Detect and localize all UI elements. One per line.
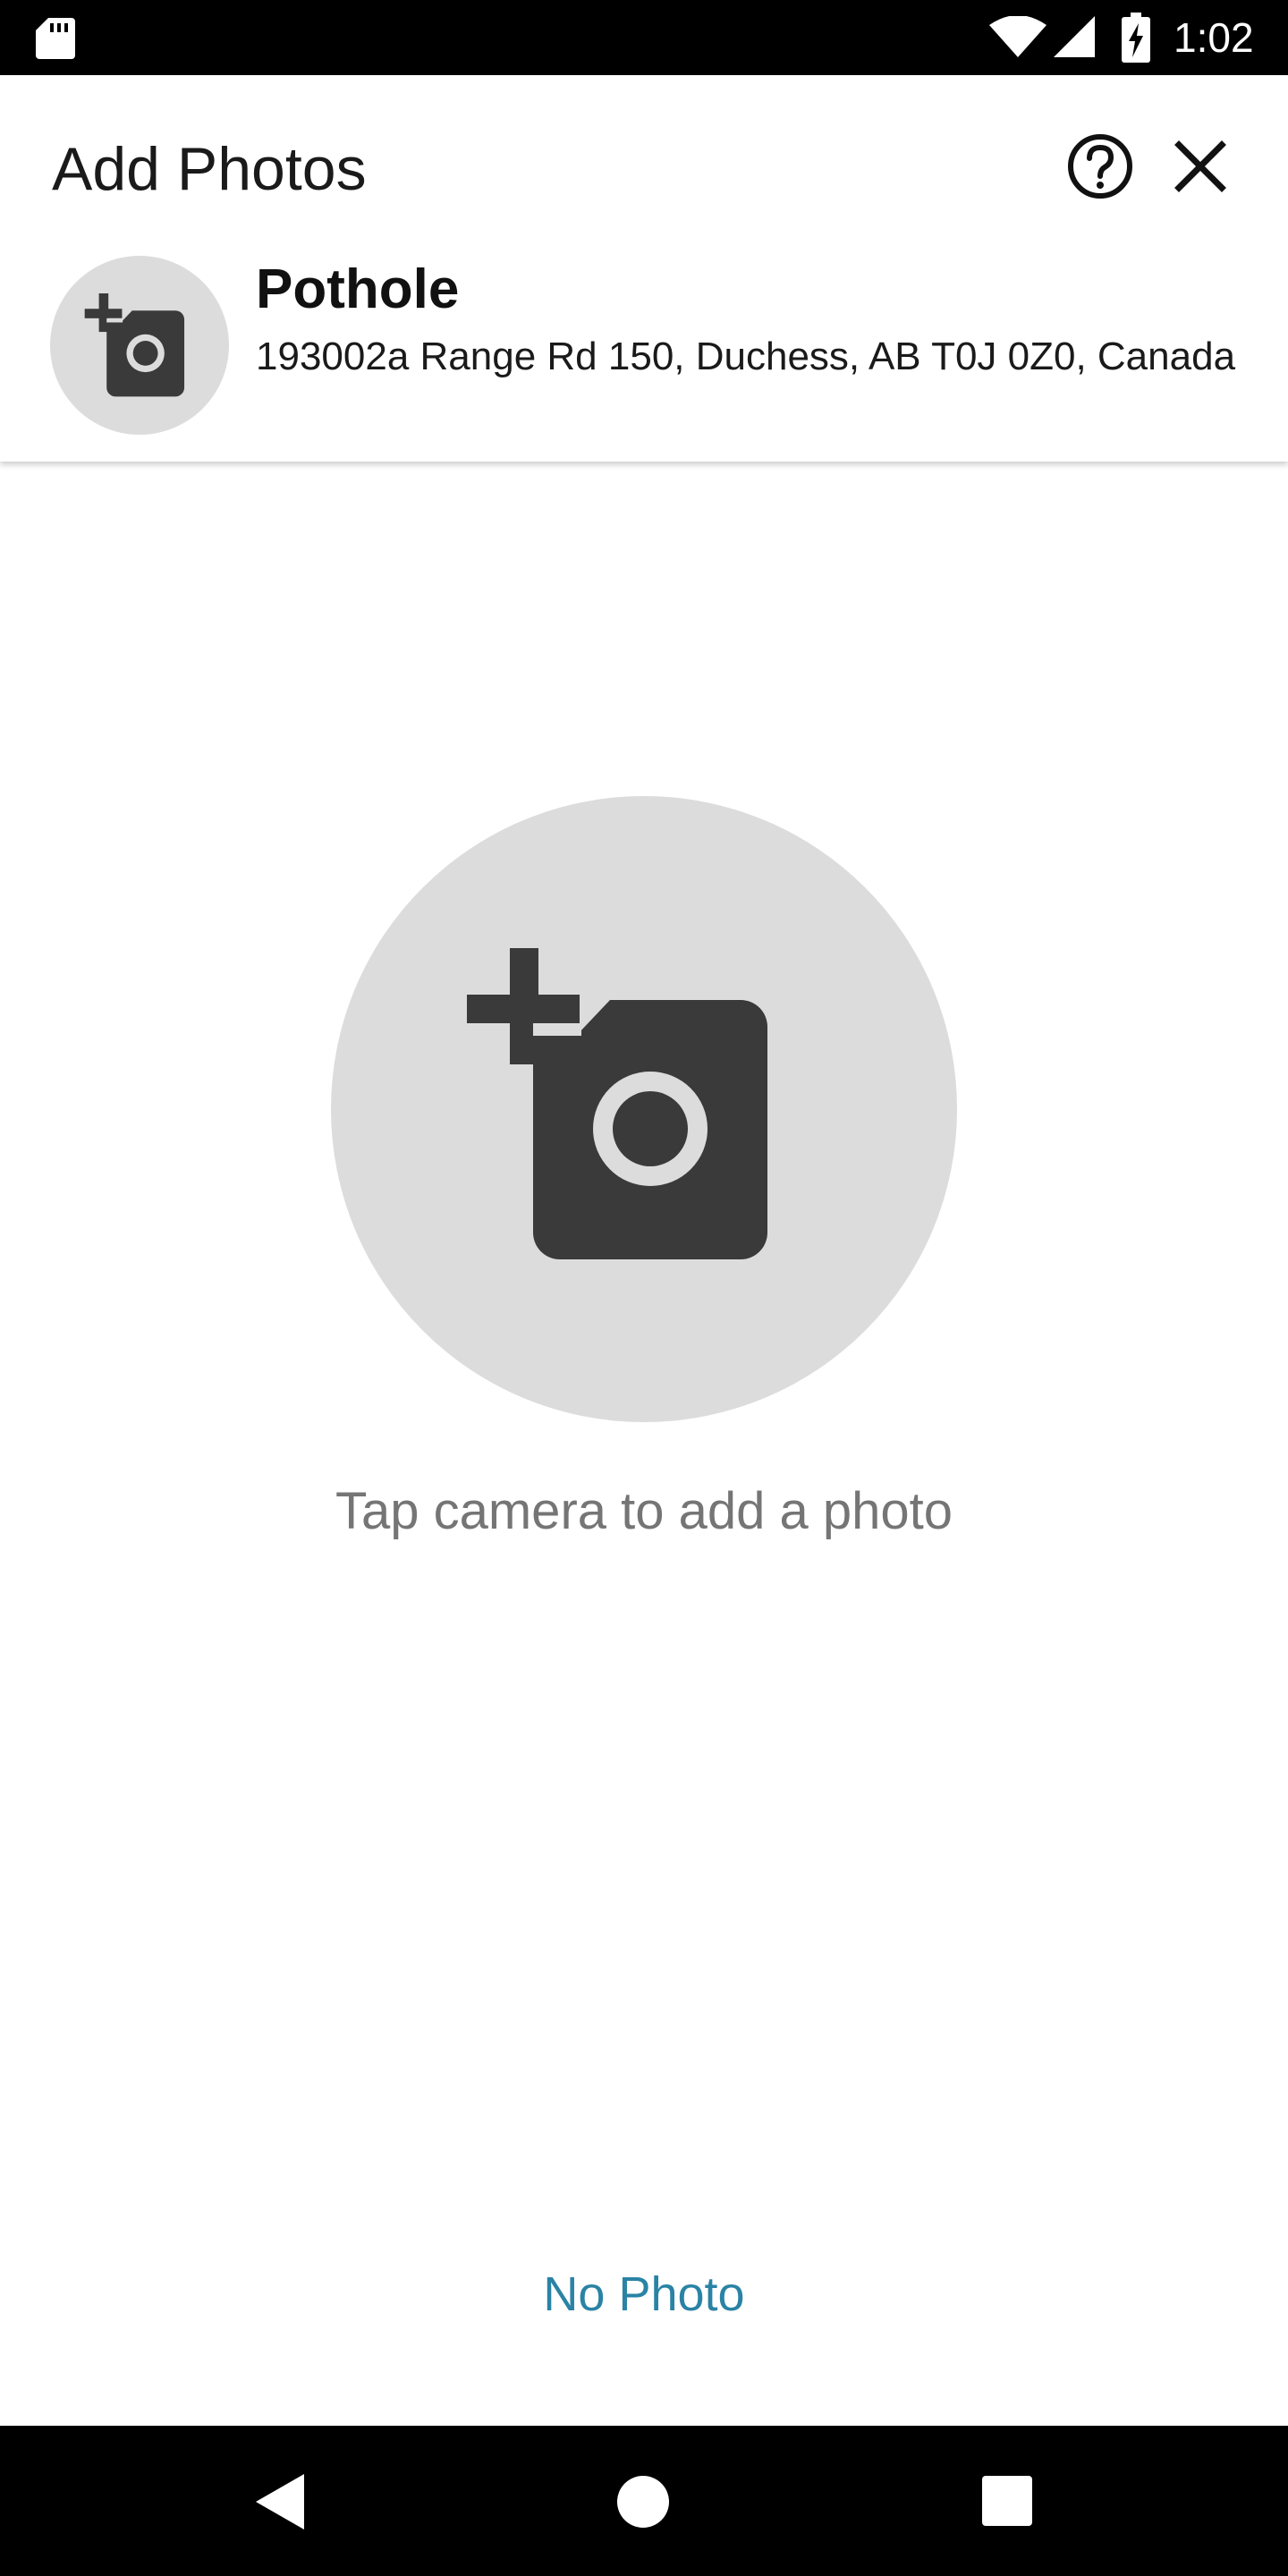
help-circle-icon <box>1068 134 1132 199</box>
wifi-icon <box>989 16 1046 57</box>
report-address: 193002a Range Rd 150, Duchess, AB T0J 0Z… <box>256 335 1236 378</box>
no-photo-button[interactable]: No Photo <box>501 2256 787 2333</box>
add-camera-icon <box>467 948 767 1259</box>
cell-signal-icon <box>1054 16 1095 57</box>
help-button[interactable] <box>1063 129 1138 204</box>
header: Add Photos Pothole 193002a Range Rd 150,… <box>0 75 1288 462</box>
recents-icon[interactable] <box>982 2476 1032 2526</box>
sd-card-icon <box>36 18 75 59</box>
add-photo-camera-button[interactable] <box>331 796 957 1422</box>
status-bar: 1:02 <box>0 0 1288 75</box>
close-icon <box>1174 140 1226 192</box>
add-photo-hint: Tap camera to add a photo <box>335 1482 953 1540</box>
add-camera-icon <box>84 293 185 397</box>
page-title: Add Photos <box>52 135 367 203</box>
report-title: Pothole <box>256 258 460 320</box>
report-camera-avatar[interactable] <box>50 256 229 435</box>
battery-charging-icon <box>1122 13 1150 63</box>
close-button[interactable] <box>1163 129 1238 204</box>
home-icon[interactable] <box>615 2474 671 2529</box>
back-icon[interactable] <box>250 2470 313 2533</box>
status-time: 1:02 <box>1174 14 1254 61</box>
